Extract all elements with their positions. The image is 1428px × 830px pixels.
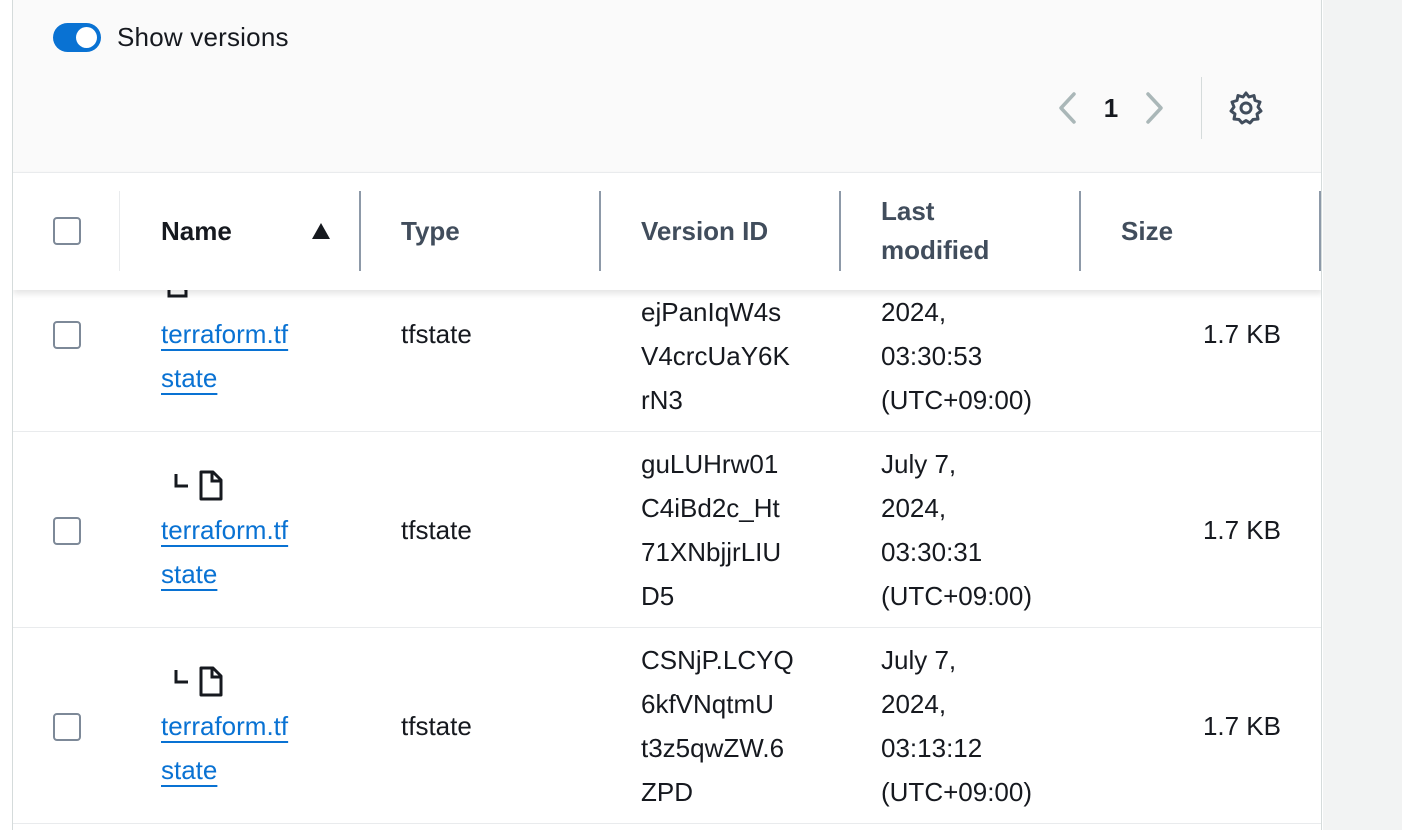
column-header-name-label: Name bbox=[161, 215, 232, 246]
column-resizer[interactable] bbox=[1319, 191, 1321, 271]
type-cell: tfstate bbox=[401, 319, 472, 349]
pagination-divider bbox=[1201, 77, 1202, 139]
last-modified-line: 2024, bbox=[881, 493, 947, 523]
column-header-last-modified[interactable]: Last modified bbox=[881, 191, 989, 271]
last-modified-cell: July 7, 2024, 03:13:12 (UTC+09:00) bbox=[881, 638, 1032, 814]
last-modified-cell: July 7, 2024, 03:30:31 (UTC+09:00) bbox=[881, 442, 1032, 618]
show-versions-toggle[interactable] bbox=[53, 23, 101, 52]
object-name-link[interactable]: terraform.tf bbox=[161, 312, 288, 356]
version-branch-file-icon bbox=[174, 470, 223, 501]
previous-page-button[interactable] bbox=[1053, 88, 1083, 128]
version-id-line: CSNjP.LCYQ bbox=[641, 645, 794, 675]
version-branch-file-icon bbox=[174, 666, 223, 697]
version-id-line: ZPD bbox=[641, 777, 693, 807]
column-resizer[interactable] bbox=[599, 191, 601, 271]
size-cell: 1.7 KB bbox=[1202, 319, 1281, 349]
object-name-cell: terraform.tf state bbox=[161, 312, 288, 400]
column-resizer[interactable] bbox=[839, 191, 841, 271]
version-id-line: rN3 bbox=[641, 385, 683, 415]
preferences-button[interactable] bbox=[1226, 88, 1266, 128]
column-header-type-label: Type bbox=[401, 215, 460, 246]
header-separator bbox=[119, 191, 120, 271]
row-checkbox[interactable] bbox=[53, 713, 81, 741]
select-all-checkbox[interactable] bbox=[53, 217, 81, 245]
next-page-button[interactable] bbox=[1139, 88, 1169, 128]
last-modified-line: July 7, bbox=[881, 645, 957, 675]
last-modified-line: 2024, bbox=[881, 689, 947, 719]
size-cell: 1.7 KB bbox=[1202, 711, 1281, 741]
column-header-name[interactable]: Name bbox=[161, 191, 361, 271]
column-resizer[interactable] bbox=[1079, 191, 1081, 271]
table-row: terraform.tf state tfstate ejPanIqW4s V4… bbox=[13, 282, 1321, 432]
pagination: 1 bbox=[1053, 77, 1266, 139]
last-modified-line: 2024, bbox=[881, 297, 947, 327]
page: Show versions 1 Name Type Version ID Las… bbox=[0, 0, 1428, 830]
version-id-cell: CSNjP.LCYQ 6kfVNqtmU t3z5qwZW.6 ZPD bbox=[641, 638, 794, 814]
object-name-link-continued[interactable]: state bbox=[161, 748, 288, 792]
show-versions-toggle-group[interactable]: Show versions bbox=[53, 22, 289, 53]
type-cell: tfstate bbox=[401, 515, 472, 545]
size-cell: 1.7 KB bbox=[1202, 515, 1281, 545]
select-all-cell bbox=[53, 191, 81, 271]
row-checkbox[interactable] bbox=[53, 517, 81, 545]
window-edge bbox=[1402, 0, 1428, 830]
table-toolbar: Show versions 1 bbox=[13, 0, 1321, 172]
version-id-line: 6kfVNqtmU bbox=[641, 689, 774, 719]
version-id-line: V4crcUaY6K bbox=[641, 341, 790, 371]
last-modified-line: (UTC+09:00) bbox=[881, 385, 1032, 415]
object-name-link[interactable]: terraform.tf bbox=[161, 704, 288, 748]
object-name-link-continued[interactable]: state bbox=[161, 356, 288, 400]
version-id-line: D5 bbox=[641, 581, 675, 611]
column-header-last-modified-line1: Last bbox=[881, 196, 935, 226]
version-id-line: t3z5qwZW.6 bbox=[641, 733, 785, 763]
column-header-last-modified-line2: modified bbox=[881, 235, 990, 265]
last-modified-line: 03:30:53 bbox=[881, 341, 983, 371]
objects-panel: Show versions 1 Name Type Version ID Las… bbox=[12, 0, 1322, 830]
version-id-line: ejPanIqW4s bbox=[641, 297, 782, 327]
last-modified-line: 03:30:31 bbox=[881, 537, 983, 567]
version-id-cell: ejPanIqW4s V4crcUaY6K rN3 bbox=[641, 290, 790, 422]
version-id-line: C4iBd2c_Ht bbox=[641, 493, 780, 523]
column-header-type[interactable]: Type bbox=[401, 191, 460, 271]
column-header-version-id[interactable]: Version ID bbox=[641, 191, 768, 271]
chevron-left-icon bbox=[1059, 92, 1076, 124]
show-versions-label: Show versions bbox=[117, 22, 289, 52]
object-name-cell: terraform.tf state bbox=[161, 704, 288, 792]
last-modified-line: 03:13:12 bbox=[881, 733, 983, 763]
last-modified-line: (UTC+09:00) bbox=[881, 777, 1032, 807]
version-id-line: 71XNbjjrLIU bbox=[641, 537, 782, 567]
gear-icon bbox=[1229, 91, 1263, 125]
column-resizer[interactable] bbox=[359, 191, 361, 271]
object-name-cell: terraform.tf state bbox=[161, 508, 288, 596]
object-name-link[interactable]: terraform.tf bbox=[161, 508, 288, 552]
chevron-right-icon bbox=[1146, 92, 1163, 124]
last-modified-cell: 2024, 03:30:53 (UTC+09:00) bbox=[881, 290, 1032, 422]
type-cell: tfstate bbox=[401, 711, 472, 741]
object-name-link-continued[interactable]: state bbox=[161, 552, 288, 596]
column-header-size[interactable]: Size bbox=[1121, 191, 1173, 271]
table-header: Name Type Version ID Last modified Size bbox=[13, 172, 1321, 290]
last-modified-line: (UTC+09:00) bbox=[881, 581, 1032, 611]
table-row: terraform.tf state tfstate guLUHrw01 C4i… bbox=[13, 432, 1321, 628]
current-page-number[interactable]: 1 bbox=[1083, 93, 1139, 124]
toggle-knob bbox=[76, 27, 97, 48]
column-header-version-id-label: Version ID bbox=[641, 215, 769, 246]
sort-ascending-icon bbox=[312, 223, 330, 239]
version-id-line: guLUHrw01 bbox=[641, 449, 779, 479]
table-row: terraform.tf state tfstate CSNjP.LCYQ 6k… bbox=[13, 628, 1321, 824]
column-header-size-label: Size bbox=[1121, 215, 1174, 246]
last-modified-line: July 7, bbox=[881, 449, 957, 479]
row-checkbox[interactable] bbox=[53, 321, 81, 349]
right-gutter bbox=[1323, 0, 1402, 830]
version-id-cell: guLUHrw01 C4iBd2c_Ht 71XNbjjrLIU D5 bbox=[641, 442, 781, 618]
